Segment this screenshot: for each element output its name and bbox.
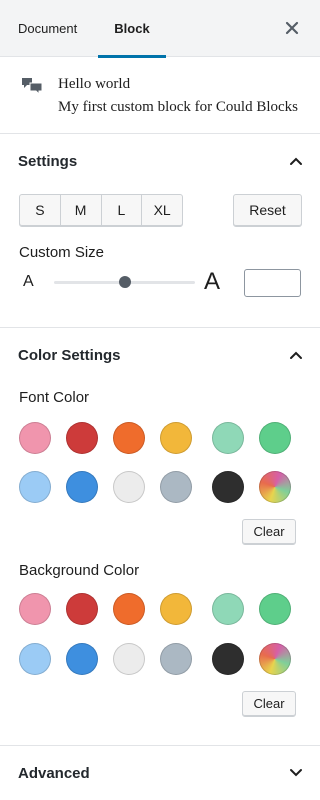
font-color-custom-color-swatch[interactable] bbox=[259, 471, 291, 503]
background-color-swatch[interactable] bbox=[113, 593, 145, 625]
background-color-swatch[interactable] bbox=[19, 593, 51, 625]
settings-panel-title[interactable]: Settings bbox=[18, 153, 77, 170]
comments-icon bbox=[22, 78, 43, 96]
size-button-group: S M L XL bbox=[19, 194, 183, 227]
chevron-down-icon[interactable] bbox=[288, 765, 304, 781]
advanced-panel-title[interactable]: Advanced bbox=[18, 765, 90, 782]
background-color-swatch[interactable] bbox=[160, 593, 192, 625]
background-color-label: Background Color bbox=[19, 562, 140, 579]
size-button-s[interactable]: S bbox=[20, 195, 61, 226]
font-color-swatch[interactable] bbox=[19, 471, 51, 503]
small-a-label: A bbox=[23, 273, 34, 290]
background-color-swatch[interactable] bbox=[212, 593, 244, 625]
block-title: Hello world bbox=[58, 76, 131, 92]
background-color-swatch[interactable] bbox=[212, 643, 244, 675]
background-color-swatch[interactable] bbox=[66, 643, 98, 675]
size-button-m[interactable]: M bbox=[61, 195, 102, 226]
background-color-custom-color-swatch[interactable] bbox=[259, 643, 291, 675]
font-color-swatch[interactable] bbox=[66, 471, 98, 503]
sidebar-tabs: Document Block bbox=[0, 0, 320, 58]
font-color-swatch[interactable] bbox=[212, 422, 244, 454]
divider bbox=[0, 327, 320, 328]
size-button-xl[interactable]: XL bbox=[142, 195, 182, 226]
font-color-label: Font Color bbox=[19, 389, 90, 406]
background-color-swatch[interactable] bbox=[113, 643, 145, 675]
divider bbox=[0, 745, 320, 746]
custom-size-input[interactable] bbox=[244, 269, 301, 297]
tab-document[interactable]: Document bbox=[18, 0, 77, 57]
font-color-swatch[interactable] bbox=[113, 471, 145, 503]
slider-thumb[interactable] bbox=[118, 276, 131, 288]
color-settings-panel-title[interactable]: Color Settings bbox=[18, 347, 121, 364]
custom-size-label: Custom Size bbox=[19, 244, 105, 261]
font-color-swatch[interactable] bbox=[212, 471, 244, 503]
background-color-swatch[interactable] bbox=[66, 593, 98, 625]
font-color-clear-button[interactable]: Clear bbox=[242, 519, 296, 545]
block-card: Hello world My first custom block for Co… bbox=[0, 57, 320, 134]
tab-block[interactable]: Block bbox=[98, 0, 166, 58]
font-color-swatch[interactable] bbox=[19, 422, 51, 454]
font-color-swatch[interactable] bbox=[113, 422, 145, 454]
font-color-swatch[interactable] bbox=[66, 422, 98, 454]
background-color-swatch[interactable] bbox=[160, 643, 192, 675]
background-color-clear-button[interactable]: Clear bbox=[242, 691, 296, 717]
close-icon[interactable] bbox=[282, 18, 302, 38]
font-color-swatch[interactable] bbox=[160, 471, 192, 503]
background-color-swatch[interactable] bbox=[19, 643, 51, 675]
chevron-up-icon[interactable] bbox=[288, 347, 304, 363]
background-color-swatch[interactable] bbox=[259, 593, 291, 625]
font-color-swatch[interactable] bbox=[160, 422, 192, 454]
font-color-swatch[interactable] bbox=[259, 422, 291, 454]
chevron-up-icon[interactable] bbox=[288, 153, 304, 169]
size-button-l[interactable]: L bbox=[102, 195, 143, 226]
large-a-label: A bbox=[204, 268, 221, 295]
reset-button[interactable]: Reset bbox=[233, 194, 302, 227]
block-description: My first custom block for Could Blocks bbox=[58, 99, 298, 115]
